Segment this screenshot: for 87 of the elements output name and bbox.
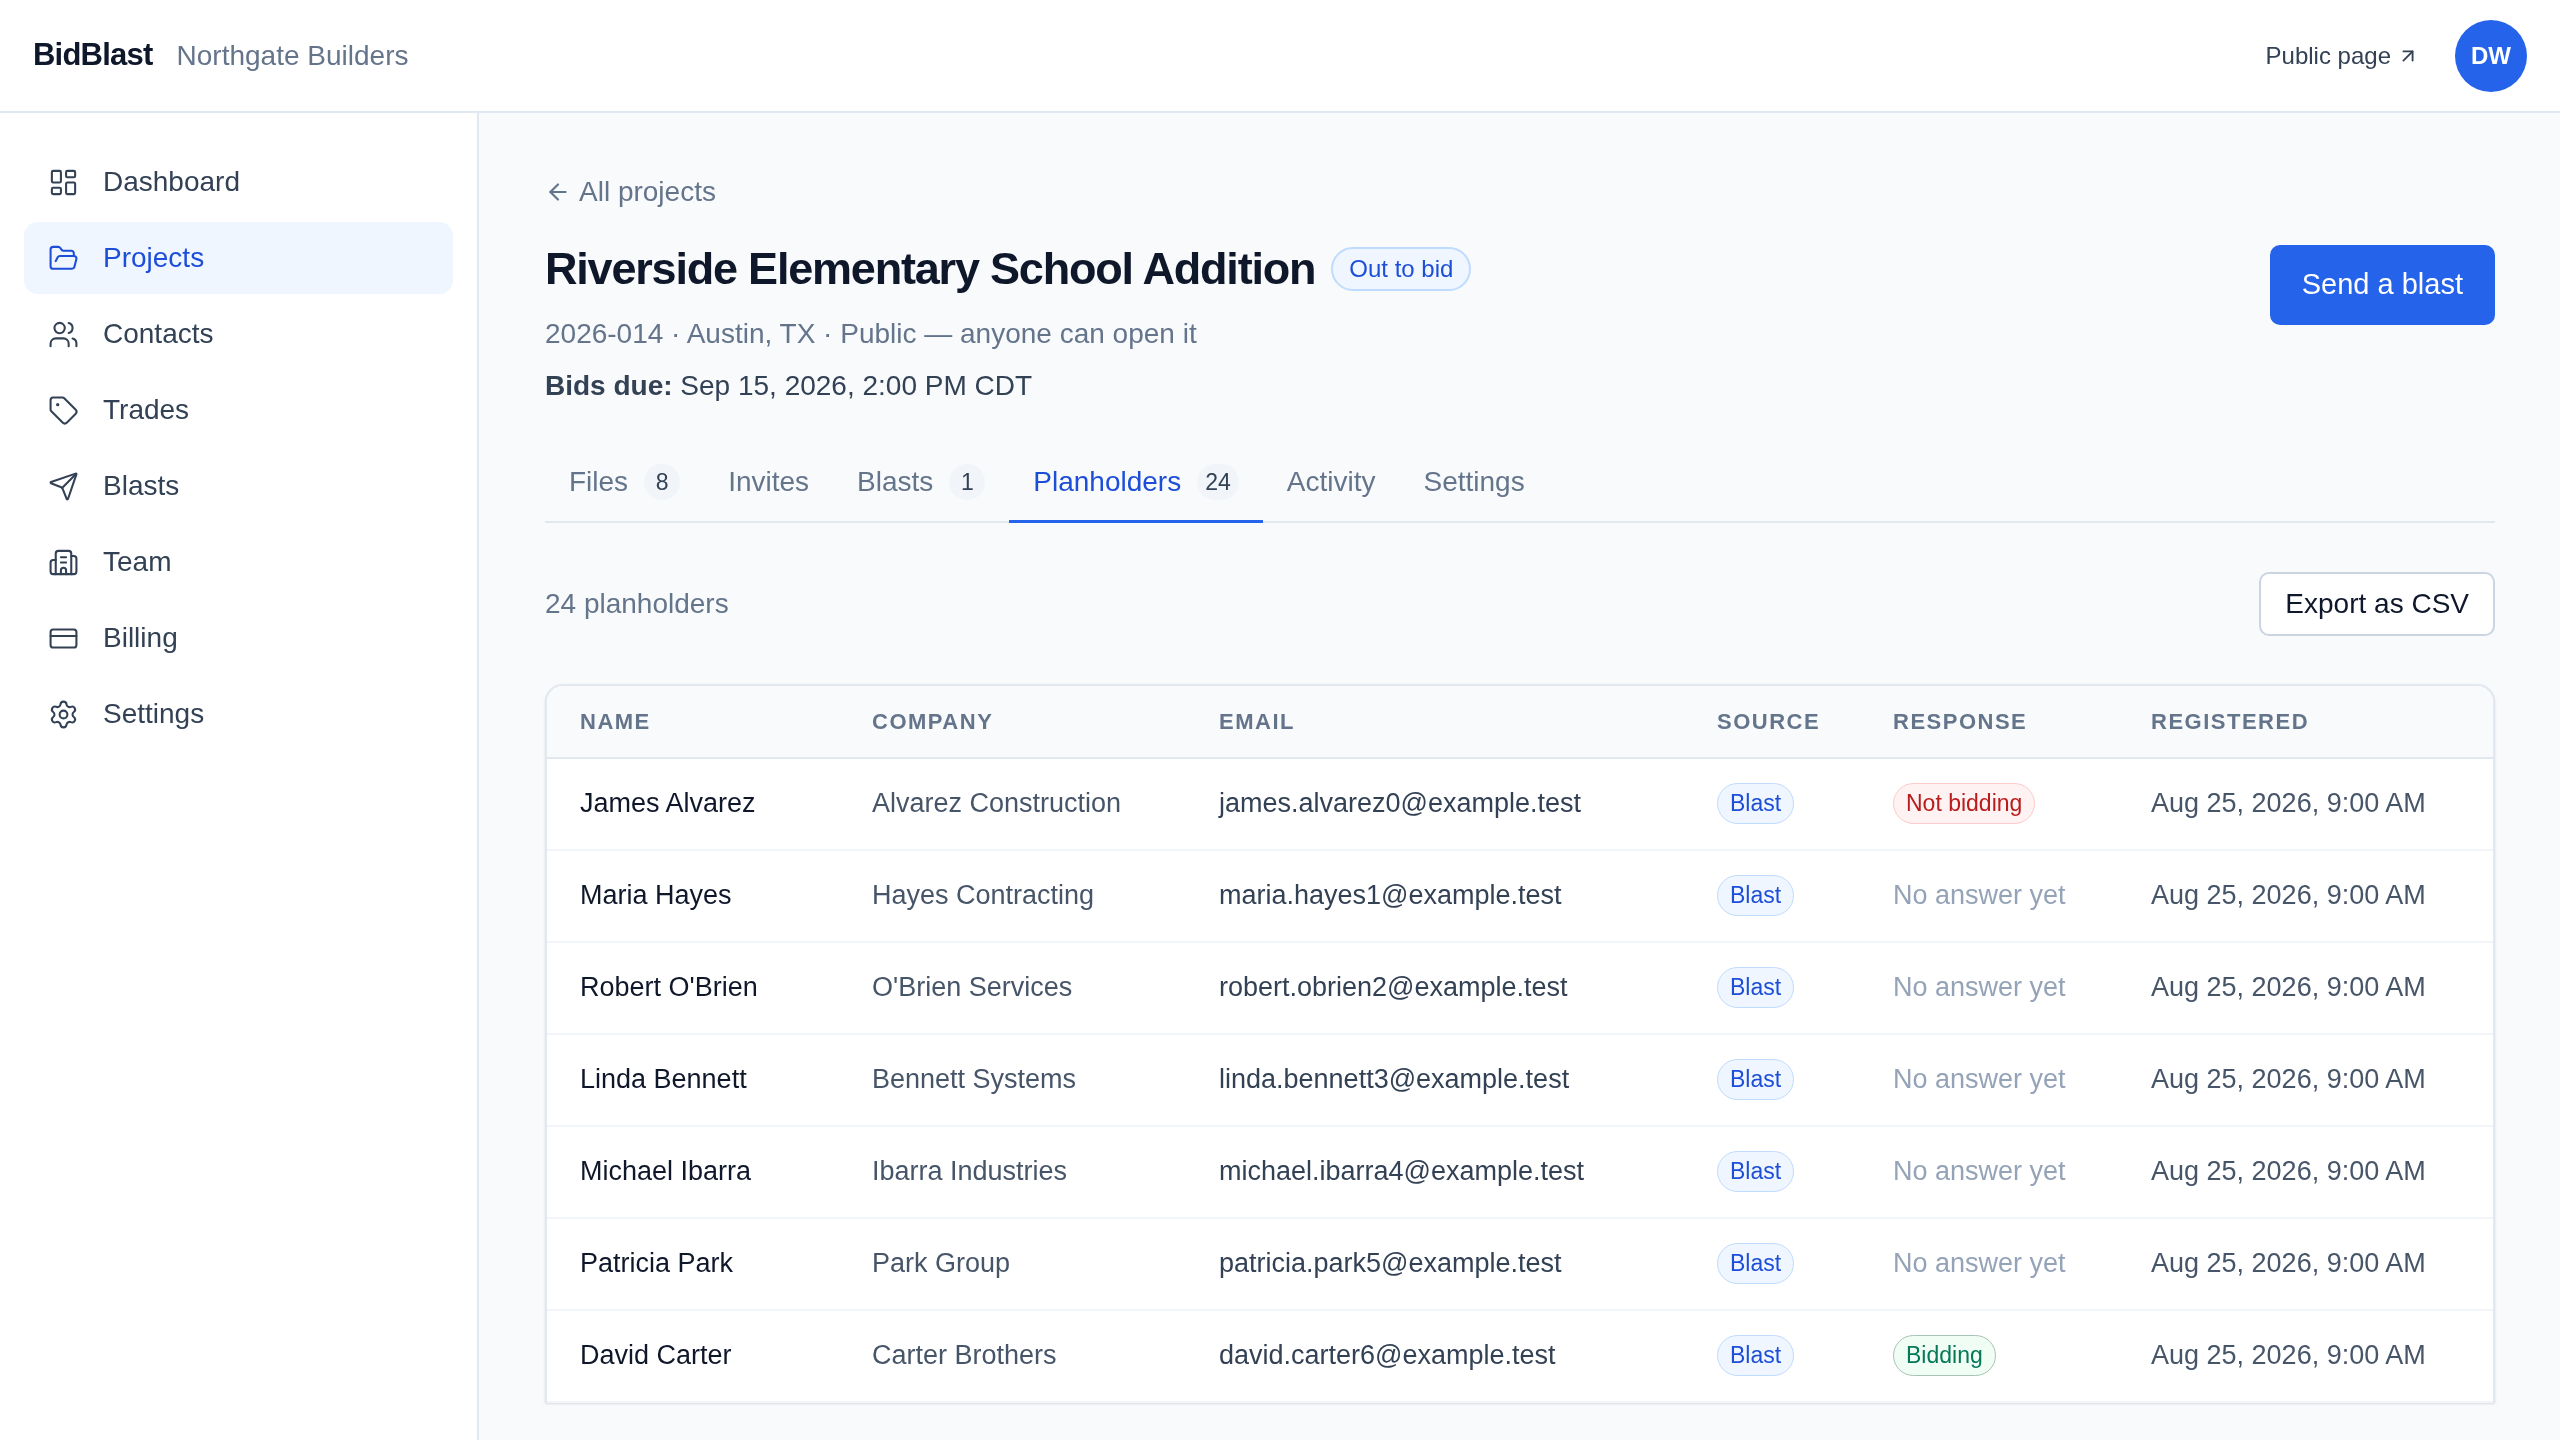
registered-cell-text: Aug 25, 2026, 9:00 AM bbox=[2151, 1063, 2427, 1097]
name-cell-text: Maria Hayes bbox=[580, 879, 733, 913]
response-text: No answer yet bbox=[1893, 1155, 2067, 1189]
project-title: Riverside Elementary School Addition bbox=[545, 242, 1316, 296]
source-badge: Blast bbox=[1717, 1059, 1795, 1100]
planholder-count: 24 planholders bbox=[545, 586, 729, 621]
tab[interactable]: Blasts 1 bbox=[833, 444, 1010, 523]
public-page-link[interactable]: Public page bbox=[2265, 37, 2419, 74]
sidebar-item[interactable]: Dashboard bbox=[24, 146, 453, 218]
source-badge: Blast bbox=[1717, 1335, 1795, 1376]
company-cell-text: Ibarra Industries bbox=[872, 1155, 1069, 1189]
tab[interactable]: Invites bbox=[704, 444, 834, 523]
sidebar-item[interactable]: Trades bbox=[24, 374, 453, 446]
tab[interactable]: Activity bbox=[1262, 444, 1400, 523]
table-row[interactable]: James Alvarez Alvarez Construction james.alvarez0@example.test Blast Not bidding Aug 25, 2026, 9:00 AM bbox=[547, 758, 2493, 851]
response-text: No answer yet bbox=[1893, 1247, 2067, 1281]
response-text: No answer yet bbox=[1893, 971, 2067, 1005]
back-link[interactable]: All projects bbox=[545, 171, 716, 213]
registered-cell-text: Aug 25, 2026, 9:00 AM bbox=[2151, 1155, 2427, 1189]
sidebar-item[interactable]: Settings bbox=[24, 678, 453, 750]
source-badge: Blast bbox=[1717, 875, 1795, 916]
response-text: No answer yet bbox=[1893, 879, 2067, 913]
source-badge: Blast bbox=[1717, 1243, 1795, 1284]
registered-cell-text: Aug 25, 2026, 9:00 AM bbox=[2151, 879, 2427, 913]
source-badge: Blast bbox=[1717, 783, 1795, 824]
tab[interactable]: Files 8 bbox=[545, 444, 705, 523]
tag-icon bbox=[48, 394, 79, 426]
status-badge: Out to bid bbox=[1331, 246, 1472, 291]
brand-logo[interactable]: BidBlast bbox=[33, 32, 153, 79]
user-avatar[interactable]: DW bbox=[2455, 19, 2527, 92]
source-badge: Blast bbox=[1717, 1151, 1795, 1192]
source-badge: Blast bbox=[1717, 967, 1795, 1008]
registered-cell-text: Aug 25, 2026, 9:00 AM bbox=[2151, 971, 2427, 1005]
settings-icon bbox=[48, 698, 79, 730]
column-header: EMAIL bbox=[1219, 707, 1296, 736]
tab[interactable]: Settings bbox=[1399, 444, 1549, 523]
registered-cell-text: Aug 25, 2026, 9:00 AM bbox=[2151, 787, 2427, 821]
count-badge: 24 bbox=[1197, 464, 1239, 500]
column-header: SOURCE bbox=[1717, 707, 1822, 736]
export-csv-button[interactable]: Export as CSV bbox=[2259, 571, 2495, 636]
name-cell-text: Patricia Park bbox=[580, 1247, 735, 1281]
send-blast-button[interactable]: Send a blast bbox=[2269, 245, 2495, 325]
status-badge: Bidding bbox=[1893, 1335, 1996, 1376]
email-cell-text: robert.obrien2@example.test bbox=[1219, 971, 1569, 1005]
sidebar-item[interactable]: Contacts bbox=[24, 298, 453, 370]
table-row[interactable]: David Carter Carter Brothers david.carter6@example.test Blast Bidding Aug 25, 2026, 9:00 AM bbox=[547, 1310, 2493, 1403]
column-header: COMPANY bbox=[872, 707, 995, 736]
name-cell-text: Linda Bennett bbox=[580, 1063, 748, 1097]
registered-cell-text: Aug 25, 2026, 9:00 AM bbox=[2151, 1339, 2427, 1373]
name-cell-text: Michael Ibarra bbox=[580, 1155, 753, 1189]
count-badge: 1 bbox=[949, 464, 986, 500]
registered-cell-text: Aug 25, 2026, 9:00 AM bbox=[2151, 1247, 2427, 1281]
company-cell-text: O'Brien Services bbox=[872, 971, 1074, 1005]
sidebar-item[interactable]: Projects bbox=[24, 222, 453, 294]
table-row[interactable]: Linda Bennett Bennett Systems linda.bennett3@example.test Blast No answer yet Aug 25, 2026, 9:00 AM bbox=[547, 1034, 2493, 1127]
response-text: No answer yet bbox=[1893, 1063, 2067, 1097]
company-cell-text: Carter Brothers bbox=[872, 1339, 1058, 1373]
bids-due: Bids due: Sep 15, 2026, 2:00 PM CDT bbox=[545, 368, 1034, 403]
name-cell-text: Robert O'Brien bbox=[580, 971, 759, 1005]
count-badge: 8 bbox=[644, 464, 681, 500]
paper-plane-icon bbox=[48, 470, 79, 502]
email-cell-text: david.carter6@example.test bbox=[1219, 1339, 1557, 1373]
table-row[interactable]: Robert O'Brien O'Brien Services robert.obrien2@example.test Blast No answer yet Aug 25, 2026, 9:00 AM bbox=[547, 942, 2493, 1035]
table-row[interactable]: Maria Hayes Hayes Contracting maria.hayes1@example.test Blast No answer yet Aug 25, 2026, 9:00 AM bbox=[547, 850, 2493, 943]
sidebar-item[interactable]: Blasts bbox=[24, 450, 453, 522]
table-row[interactable]: Michael Ibarra Ibarra Industries michael.ibarra4@example.test Blast No answer yet Aug 25, 2026, 9:00 AM bbox=[547, 1126, 2493, 1219]
email-cell-text: linda.bennett3@example.test bbox=[1219, 1063, 1571, 1097]
project-meta: 2026-014 · Austin, TX · Public — anyone can open it bbox=[545, 316, 1198, 351]
organization-name: Northgate Builders bbox=[176, 38, 409, 73]
company-cell-text: Alvarez Construction bbox=[872, 787, 1123, 821]
name-cell-text: James Alvarez bbox=[580, 787, 757, 821]
email-cell-text: michael.ibarra4@example.test bbox=[1219, 1155, 1586, 1189]
company-cell-text: Hayes Contracting bbox=[872, 879, 1096, 913]
email-cell-text: james.alvarez0@example.test bbox=[1219, 787, 1583, 821]
sidebar-item[interactable]: Billing bbox=[24, 602, 453, 674]
email-cell-text: maria.hayes1@example.test bbox=[1219, 879, 1563, 913]
status-badge: Not bidding bbox=[1893, 783, 2036, 824]
sidebar-item[interactable]: Team bbox=[24, 526, 453, 598]
name-cell-text: David Carter bbox=[580, 1339, 733, 1373]
table-row[interactable]: Patricia Park Park Group patricia.park5@example.test Blast No answer yet Aug 25, 2026, 9:00 AM bbox=[547, 1218, 2493, 1311]
company-cell-text: Park Group bbox=[872, 1247, 1012, 1281]
tab[interactable]: Planholders 24 bbox=[1009, 444, 1263, 523]
company-cell-text: Bennett Systems bbox=[872, 1063, 1078, 1097]
column-header: NAME bbox=[580, 707, 652, 736]
email-cell-text: patricia.park5@example.test bbox=[1219, 1247, 1563, 1281]
column-header: REGISTERED bbox=[2151, 707, 2311, 736]
column-header: RESPONSE bbox=[1893, 707, 2029, 736]
